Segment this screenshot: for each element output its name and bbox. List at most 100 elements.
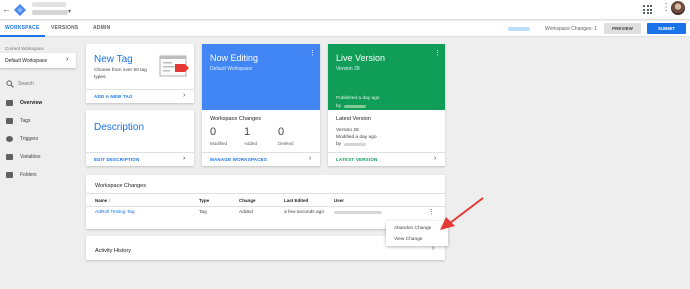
chevron-right-icon[interactable]: › — [183, 155, 185, 162]
tab-versions[interactable]: VERSIONS — [51, 25, 78, 31]
more-vert-icon[interactable]: ⋮ — [661, 3, 671, 13]
tag-manager-logo-icon[interactable] — [14, 4, 26, 16]
sidebar: Current Workspace Default Workspace › Se… — [0, 38, 78, 289]
search-icon[interactable] — [6, 80, 14, 88]
submit-button[interactable]: SUBMIT — [647, 23, 686, 34]
annotation-arrow-icon — [440, 197, 484, 230]
chevron-right-icon: › — [66, 56, 69, 63]
account-name-redacted — [32, 2, 66, 7]
chevron-right-icon[interactable]: › — [309, 155, 311, 162]
card-divider — [202, 152, 320, 153]
column-header-change[interactable]: Change — [239, 198, 256, 203]
change-last-edited: a few seconds ago — [284, 210, 325, 215]
latest-version-by-label: by — [336, 142, 342, 147]
latest-version-link[interactable]: LATEST VERSION — [336, 157, 377, 162]
sidebar-item-folders[interactable]: Folders — [0, 168, 78, 182]
added-label: Added — [244, 141, 258, 146]
sidebar-item-label: Variables — [20, 154, 41, 160]
preview-button[interactable]: PREVIEW — [604, 23, 641, 34]
activity-history-title: Activity History — [95, 248, 132, 254]
now-editing-card: Now Editing Default Workspace ⋮ Workspac… — [202, 44, 320, 166]
card-divider — [328, 152, 445, 153]
add-new-tag-link[interactable]: ADD A NEW TAG — [94, 94, 133, 99]
active-tab-indicator — [0, 35, 45, 37]
column-header-name[interactable]: Name ↑ — [95, 198, 111, 203]
trigger-icon — [6, 136, 13, 142]
column-header-user[interactable]: User — [334, 198, 344, 203]
top-app-bar: ← ▾ ⋮ — [0, 0, 690, 20]
sidebar-item-label: Overview — [20, 100, 43, 106]
tag-icon — [6, 118, 13, 124]
modified-label: Modified — [210, 141, 228, 146]
column-header-last-edited[interactable]: Last Edited — [284, 198, 308, 203]
sidebar-item-label: Triggers — [20, 136, 39, 142]
back-arrow-icon[interactable]: ← — [2, 4, 11, 14]
apps-grid-icon[interactable] — [643, 5, 652, 14]
sidebar-item-label: Folders — [20, 172, 37, 178]
sidebar-item-label: Tags — [20, 118, 31, 124]
current-workspace-label: Current Workspace — [5, 46, 44, 51]
chevron-right-icon[interactable]: › — [183, 92, 185, 99]
new-tag-card[interactable]: New Tag Choose from over 50 tag types. A… — [86, 44, 194, 103]
card-divider — [86, 152, 194, 153]
overview-icon — [6, 100, 13, 106]
now-editing-title: Now Editing — [210, 53, 259, 63]
new-tag-illustration-icon — [159, 55, 189, 77]
workspace-selector[interactable]: Default Workspace › — [0, 53, 76, 68]
sidebar-item-tags[interactable]: Tags — [0, 114, 78, 128]
tab-admin[interactable]: ADMIN — [93, 25, 110, 31]
change-user-redacted — [334, 211, 382, 214]
workspace-nav-bar: WORKSPACE VERSIONS ADMIN Workspace Chang… — [0, 21, 690, 37]
sidebar-item-triggers[interactable]: Triggers — [0, 132, 78, 146]
chevron-right-icon[interactable]: › — [434, 155, 436, 162]
container-name-redacted[interactable] — [32, 10, 68, 15]
change-type: Tag — [199, 210, 207, 215]
live-version-card: Live Version Version 28 ⋮ Published a da… — [328, 44, 445, 166]
live-version-header: Live Version Version 28 ⋮ Published a da… — [328, 44, 445, 110]
latest-version-modified: Modified a day ago — [336, 135, 377, 140]
workspace-name-redacted — [508, 27, 530, 31]
workspace-changes-count: Workspace Changes: 1 — [545, 26, 597, 32]
new-tag-title: New Tag — [94, 54, 133, 65]
description-card[interactable]: Description EDIT DESCRIPTION › — [86, 110, 194, 166]
more-vert-icon[interactable]: ⋮ — [309, 49, 316, 57]
chevron-right-icon[interactable]: › — [432, 245, 434, 252]
description-title: Description — [94, 122, 145, 133]
latest-version-number: Version 28 — [336, 128, 359, 133]
table-divider — [86, 206, 445, 207]
sidebar-item-overview[interactable]: Overview — [0, 96, 78, 110]
folder-icon — [6, 172, 13, 178]
tab-workspace[interactable]: WORKSPACE — [5, 25, 40, 31]
change-name-link[interactable]: AdRoll Testing Tag — [95, 210, 135, 215]
avatar[interactable] — [671, 1, 685, 15]
row-more-vert-icon[interactable]: ⋮ — [428, 208, 435, 216]
added-count: 1 — [244, 126, 251, 138]
deleted-label: Deleted — [278, 141, 294, 146]
search-input[interactable]: Search — [18, 81, 34, 87]
publisher-name-redacted — [344, 105, 366, 108]
workspace-changes-title: Workspace Changes — [210, 116, 261, 122]
modified-count: 0 — [210, 126, 217, 138]
container-caret-icon[interactable]: ▾ — [68, 8, 71, 15]
manage-workspaces-link[interactable]: MANAGE WORKSPACES — [210, 157, 267, 162]
latest-author-redacted — [344, 143, 366, 146]
variables-icon — [6, 154, 13, 160]
new-tag-description: Choose from over 50 tag types. — [94, 68, 147, 80]
now-editing-header: Now Editing Default Workspace ⋮ — [202, 44, 320, 110]
view-change-menu-item[interactable]: View Change — [394, 237, 422, 242]
workspace-selector-value: Default Workspace — [5, 58, 48, 64]
latest-version-title: Latest Version — [336, 116, 371, 122]
published-by-label: by — [336, 104, 342, 109]
sidebar-item-variables[interactable]: Variables — [0, 150, 78, 164]
live-version-title: Live Version — [336, 53, 386, 63]
column-header-type[interactable]: Type — [199, 198, 209, 203]
table-divider — [86, 193, 445, 194]
more-vert-icon[interactable]: ⋮ — [434, 49, 441, 57]
deleted-count: 0 — [278, 126, 285, 138]
workspace-changes-table-title: Workspace Changes — [95, 183, 146, 189]
abandon-change-menu-item[interactable]: Abandon Change — [394, 226, 431, 231]
edit-description-link[interactable]: EDIT DESCRIPTION — [94, 157, 139, 162]
now-editing-workspace: Default Workspace — [210, 66, 253, 72]
live-version-number: Version 28 — [336, 66, 360, 72]
published-time: Published a day ago — [336, 96, 380, 101]
